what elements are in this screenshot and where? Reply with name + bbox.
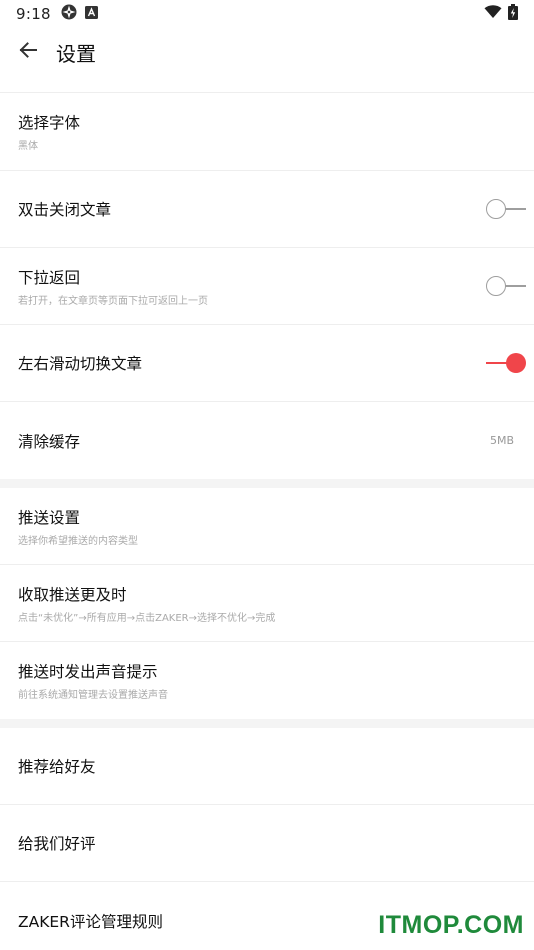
setting-description: 若打开，在文章页等页面下拉可返回上一页 — [18, 295, 208, 307]
setting-push-sound[interactable]: 推送时发出声音提示 前往系统通知管理去设置推送声音 — [0, 642, 534, 719]
wifi-icon — [484, 5, 502, 23]
setting-rate-us[interactable]: 给我们好评 — [0, 805, 534, 882]
setting-description: 前往系统通知管理去设置推送声音 — [18, 690, 168, 701]
toggle-knob — [486, 276, 506, 296]
pull-down-back-toggle[interactable] — [486, 275, 526, 297]
app-bar: 设置 — [0, 28, 534, 76]
setting-recommend-friends[interactable]: 推荐给好友 — [0, 728, 534, 805]
setting-push-timely[interactable]: 收取推送更及时 点击“未优化”→所有应用→点击ZAKER→选择不优化→完成 — [0, 565, 534, 642]
battery-charging-icon — [508, 4, 518, 24]
setting-label: 下拉返回 — [18, 268, 81, 287]
setting-clear-cache[interactable]: 清除缓存 5MB — [0, 402, 534, 479]
setting-label: 收取推送更及时 — [18, 585, 127, 604]
a-badge-icon — [84, 5, 98, 23]
setting-label: ZAKER评论管理规则 — [18, 912, 163, 931]
setting-label: 左右滑动切换文章 — [18, 355, 143, 373]
setting-description: 点击“未优化”→所有应用→点击ZAKER→选择不优化→完成 — [18, 612, 276, 624]
arrow-left-icon — [18, 40, 38, 64]
double-tap-close-toggle[interactable] — [486, 198, 526, 220]
page-title: 设置 — [56, 41, 96, 66]
setting-swipe-switch-article[interactable]: 左右滑动切换文章 — [0, 325, 534, 402]
setting-push[interactable]: 推送设置 选择你希望推送的内容类型 — [0, 488, 534, 565]
setting-label: 推荐给好友 — [18, 758, 96, 776]
watermark-logo: ITMOP.COM — [378, 911, 524, 939]
status-time: 9:18 — [16, 5, 51, 23]
cache-size: 5MB — [489, 434, 514, 447]
setting-pull-down-back[interactable]: 下拉返回 若打开，在文章页等页面下拉可返回上一页 — [0, 248, 534, 325]
setting-label: 清除缓存 — [18, 432, 81, 451]
setting-label: 选择字体 — [18, 114, 81, 132]
section-divider — [0, 719, 534, 728]
settings-section-push: 推送设置 选择你希望推送的内容类型 收取推送更及时 点击“未优化”→所有应用→点… — [0, 488, 534, 719]
back-button[interactable] — [10, 34, 46, 70]
setting-description: 选择你希望推送的内容类型 — [18, 535, 138, 547]
toggle-knob — [506, 353, 526, 373]
settings-section-display: 选择字体 黑体 双击关闭文章 下拉返回 若打开，在文章页等页面下拉可返回上一页 … — [0, 93, 534, 479]
top-divider — [0, 76, 534, 93]
section-divider — [0, 479, 534, 488]
toggle-knob — [486, 199, 506, 219]
setting-label: 给我们好评 — [18, 835, 96, 853]
setting-label: 推送设置 — [18, 508, 81, 527]
status-bar: 9:18 — [0, 0, 534, 28]
setting-label: 推送时发出声音提示 — [18, 663, 158, 681]
setting-double-tap-close[interactable]: 双击关闭文章 — [0, 171, 534, 248]
setting-font[interactable]: 选择字体 黑体 — [0, 93, 534, 171]
setting-value: 黑体 — [18, 141, 38, 152]
swipe-switch-article-toggle[interactable] — [486, 352, 526, 374]
app-icon — [61, 4, 77, 24]
setting-label: 双击关闭文章 — [18, 201, 112, 219]
